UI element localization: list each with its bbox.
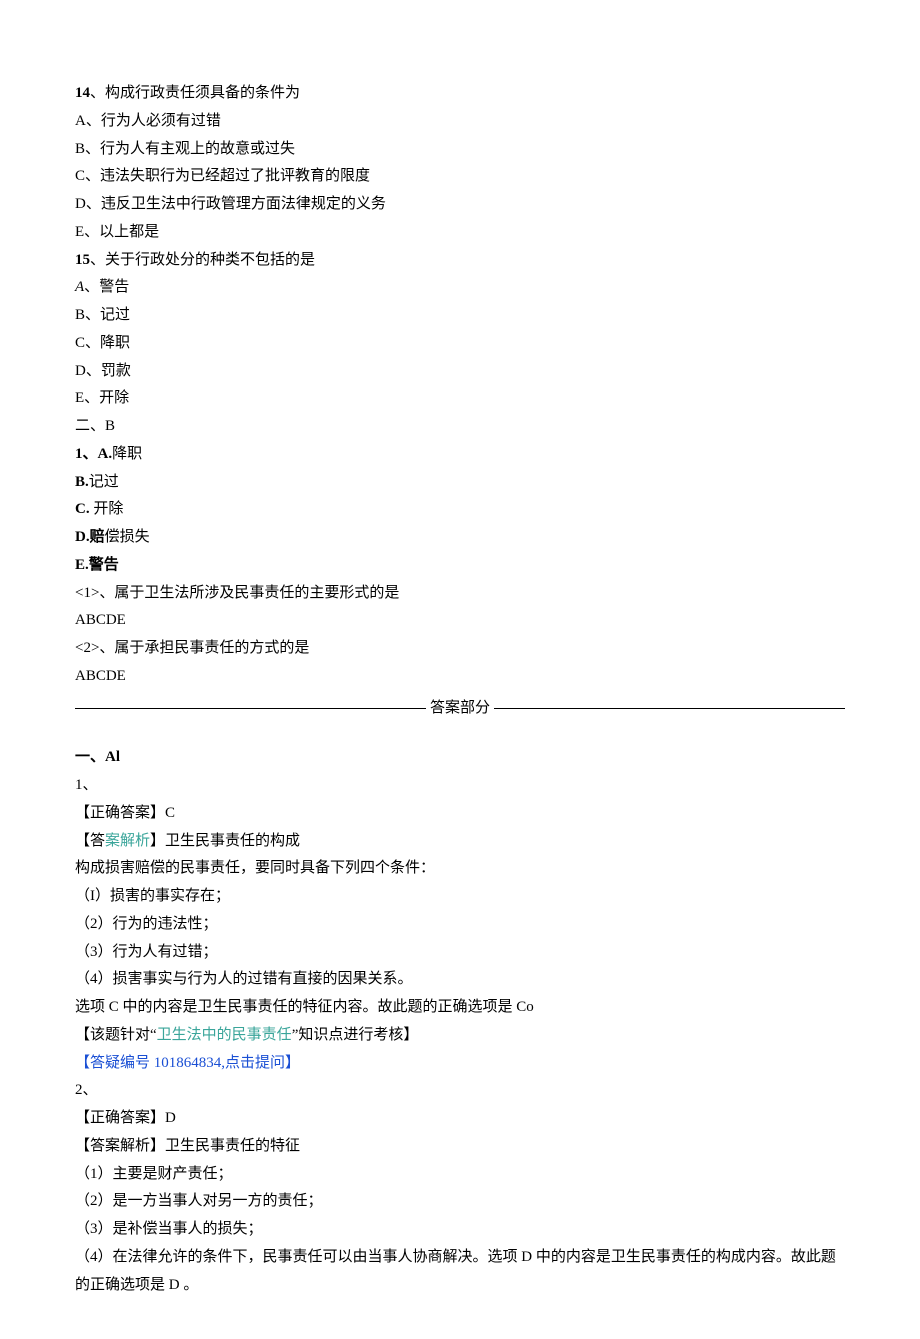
s2-sub1-choices: ABCDE — [75, 607, 845, 635]
ans1-analysis-r: 】 — [150, 833, 165, 849]
section-2-heading: 二、B — [75, 413, 845, 441]
s2-sub2-tag: <2>、 — [75, 640, 114, 656]
q14-option-b: B、行为人有主观上的故意或过失 — [75, 136, 845, 164]
ans1-qid-text[interactable]: 【答疑编号 101864834,点击提问】 — [75, 1055, 300, 1071]
ans1-analysis-title: 卫生民事责任的构成 — [165, 833, 300, 849]
q14-stem: 构成行政责任须具备的条件为 — [105, 85, 300, 101]
s2-q1-c-label: C. — [75, 501, 90, 517]
s2-q1-a-label: A. — [98, 446, 113, 462]
ans2-point-3: （3）是补偿当事人的损失； — [75, 1216, 845, 1244]
ans2-point-1: （1）主要是财产责任； — [75, 1161, 845, 1189]
ans2-correct: 【正确答案】D — [75, 1105, 845, 1133]
s2-q1-a-text: 降职 — [112, 446, 142, 462]
ans1-topic-l: 【该题针对“ — [75, 1027, 157, 1043]
ans1-point-1: （I）损害的事实存在； — [75, 883, 845, 911]
ans1-correct-value: C — [165, 805, 175, 821]
divider-line-right — [494, 708, 845, 709]
ans1-point-3: （3）行为人有过错； — [75, 939, 845, 967]
question-14: 14、构成行政责任须具备的条件为 — [75, 80, 845, 108]
ans1-point-4: （4）损害事实与行为人的过错有直接的因果关系。 — [75, 966, 845, 994]
q14-option-c: C、违法失职行为已经超过了批评教育的限度 — [75, 163, 845, 191]
q15-sep: 、 — [90, 252, 105, 268]
q15-a-text: 警告 — [99, 279, 129, 295]
q14-option-e: E、以上都是 — [75, 219, 845, 247]
q15-a-letter: A — [75, 279, 84, 295]
q15-option-b: B、记过 — [75, 302, 845, 330]
ans1-line0: 构成损害赔偿的民事责任，要同时具备下列四个条件： — [75, 855, 845, 883]
s2-sub2-text: 属于承担民事责任的方式的是 — [114, 640, 309, 656]
ans1-correct: 【正确答案】C — [75, 800, 845, 828]
ans1-analysis-l: 【答 — [75, 833, 105, 849]
s2-sub1-stem: <1>、属于卫生法所涉及民事责任的主要形式的是 — [75, 580, 845, 608]
s2-q1-line-c: C. 开除 — [75, 496, 845, 524]
q14-number: 14 — [75, 85, 90, 101]
s2-q1-line-d: D.赔偿损失 — [75, 524, 845, 552]
s2-sub1-text: 属于卫生法所涉及民事责任的主要形式的是 — [114, 585, 399, 601]
ans1-analysis-mid: 案解析 — [105, 833, 150, 849]
s2-sub2-stem: <2>、属于承担民事责任的方式的是 — [75, 635, 845, 663]
answers-divider: 答案部分 — [75, 695, 845, 723]
ans1-point-2: （2）行为的违法性； — [75, 911, 845, 939]
s2-q1-d-rest: 偿损失 — [105, 529, 150, 545]
q15-number: 15 — [75, 252, 90, 268]
divider-line-left — [75, 708, 426, 709]
s2-sub2-choices: ABCDE — [75, 663, 845, 691]
ans2-analysis-head: 【答案解析】卫生民事责任的特征 — [75, 1133, 845, 1161]
q15-option-e: E、开除 — [75, 385, 845, 413]
q14-option-a: A、行为人必须有过错 — [75, 108, 845, 136]
q15-option-c: C、降职 — [75, 330, 845, 358]
ans2-correct-value: D — [165, 1110, 176, 1126]
ans2-analysis-title: 卫生民事责任的特征 — [165, 1138, 300, 1154]
question-15: 15、关于行政处分的种类不包括的是 — [75, 247, 845, 275]
ans2-analysis-label: 【答案解析】 — [75, 1138, 165, 1154]
ans1-qid-link[interactable]: 【答疑编号 101864834,点击提问】 — [75, 1050, 845, 1078]
s2-q1-num: 1 — [75, 446, 83, 462]
s2-q1-line-a: 1、A.降职 — [75, 441, 845, 469]
ans1-correct-label: 【正确答案】 — [75, 805, 165, 821]
s2-q1-b-label: B. — [75, 474, 89, 490]
ans1-topic-r: ”知识点进行考核】 — [292, 1027, 419, 1043]
ans1-analysis-head: 【答案解析】卫生民事责任的构成 — [75, 828, 845, 856]
ans1-topic-mid: 卫生法中的民事责任 — [157, 1027, 292, 1043]
s2-q1-c-text: 开除 — [90, 501, 124, 517]
s2-q1-d-label: D. — [75, 529, 90, 545]
ans1-topic: 【该题针对“卫生法中的民事责任”知识点进行考核】 — [75, 1022, 845, 1050]
q14-option-d: D、违反卫生法中行政管理方面法律规定的义务 — [75, 191, 845, 219]
s2-q1-b-text: 记过 — [89, 474, 119, 490]
ans2-point-4: （4）在法律允许的条件下，民事责任可以由当事人协商解决。选项 D 中的内容是卫生… — [75, 1244, 845, 1300]
s2-q1-sep: 、 — [83, 446, 98, 462]
q15-option-a: A、警告 — [75, 274, 845, 302]
s2-sub1-tag: <1>、 — [75, 585, 114, 601]
q15-a-sep: 、 — [84, 279, 99, 295]
s2-q1-d-text: 赔 — [90, 529, 105, 545]
ans1-conclusion: 选项 C 中的内容是卫生民事责任的特征内容。故此题的正确选项是 Co — [75, 994, 845, 1022]
answers-section-1: 一、Al — [75, 744, 845, 772]
ans2-num: 2、 — [75, 1077, 845, 1105]
ans2-point-2: （2）是一方当事人对另一方的责任； — [75, 1188, 845, 1216]
ans2-correct-label: 【正确答案】 — [75, 1110, 165, 1126]
answers-heading: 答案部分 — [426, 695, 494, 723]
s2-q1-line-e: E.警告 — [75, 552, 845, 580]
ans1-num: 1、 — [75, 772, 845, 800]
q14-sep: 、 — [90, 85, 105, 101]
q15-stem: 关于行政处分的种类不包括的是 — [105, 252, 315, 268]
s2-q1-line-b: B.记过 — [75, 469, 845, 497]
q15-option-d: D、罚款 — [75, 358, 845, 386]
